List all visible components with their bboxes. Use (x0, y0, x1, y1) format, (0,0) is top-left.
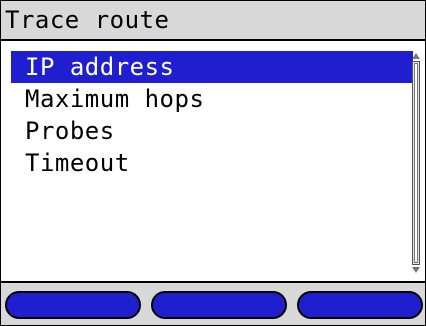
scrollbar[interactable] (411, 53, 421, 273)
scroll-down-arrow-icon[interactable] (412, 267, 420, 273)
scroll-up-arrow-icon[interactable] (412, 53, 420, 59)
menu-item-timeout[interactable]: Timeout (11, 147, 413, 179)
menu-item-maximum-hops[interactable]: Maximum hops (11, 83, 413, 115)
page-title: Trace route (5, 6, 170, 34)
menu-item-ip-address[interactable]: IP address (11, 51, 413, 83)
menu-item-probes[interactable]: Probes (11, 115, 413, 147)
menu-list: IP address Maximum hops Probes Timeout (11, 51, 413, 179)
scroll-thumb[interactable] (414, 63, 418, 263)
menu-panel: IP address Maximum hops Probes Timeout (1, 41, 425, 283)
title-bar: Trace route (1, 1, 425, 41)
softkey-3[interactable] (297, 291, 423, 319)
scroll-track[interactable] (412, 61, 420, 265)
softkey-2[interactable] (151, 291, 287, 319)
device-screen: Trace route IP address Maximum hops Prob… (0, 0, 426, 326)
softkey-1[interactable] (5, 291, 141, 319)
softkey-bar (1, 283, 425, 325)
